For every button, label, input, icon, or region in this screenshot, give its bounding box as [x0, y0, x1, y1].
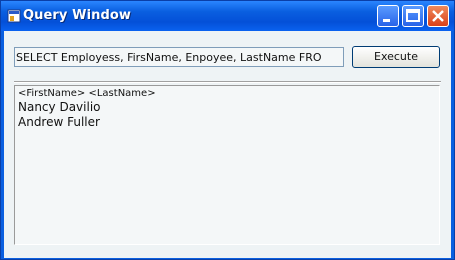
title-bar[interactable]: Query Window: [1, 1, 454, 31]
app-window-icon: [7, 8, 21, 23]
maximize-button[interactable]: [402, 5, 424, 27]
results-header: <FirstName> <LastName>: [18, 88, 156, 99]
result-row: Nancy Davilio: [18, 100, 101, 114]
query-input[interactable]: [14, 47, 344, 67]
minimize-button[interactable]: [377, 5, 399, 27]
result-row: Andrew Fuller: [18, 115, 100, 129]
window-title: Query Window: [23, 8, 132, 23]
execute-button[interactable]: Execute: [352, 46, 440, 68]
close-button[interactable]: [427, 5, 449, 27]
query-window: Query Window Execute <FirstName> <LastNa…: [0, 0, 455, 260]
divider: [14, 81, 441, 83]
results-pane[interactable]: <FirstName> <LastName> Nancy Davilio And…: [14, 85, 440, 245]
client-area: Execute <FirstName> <LastName> Nancy Dav…: [4, 31, 451, 258]
